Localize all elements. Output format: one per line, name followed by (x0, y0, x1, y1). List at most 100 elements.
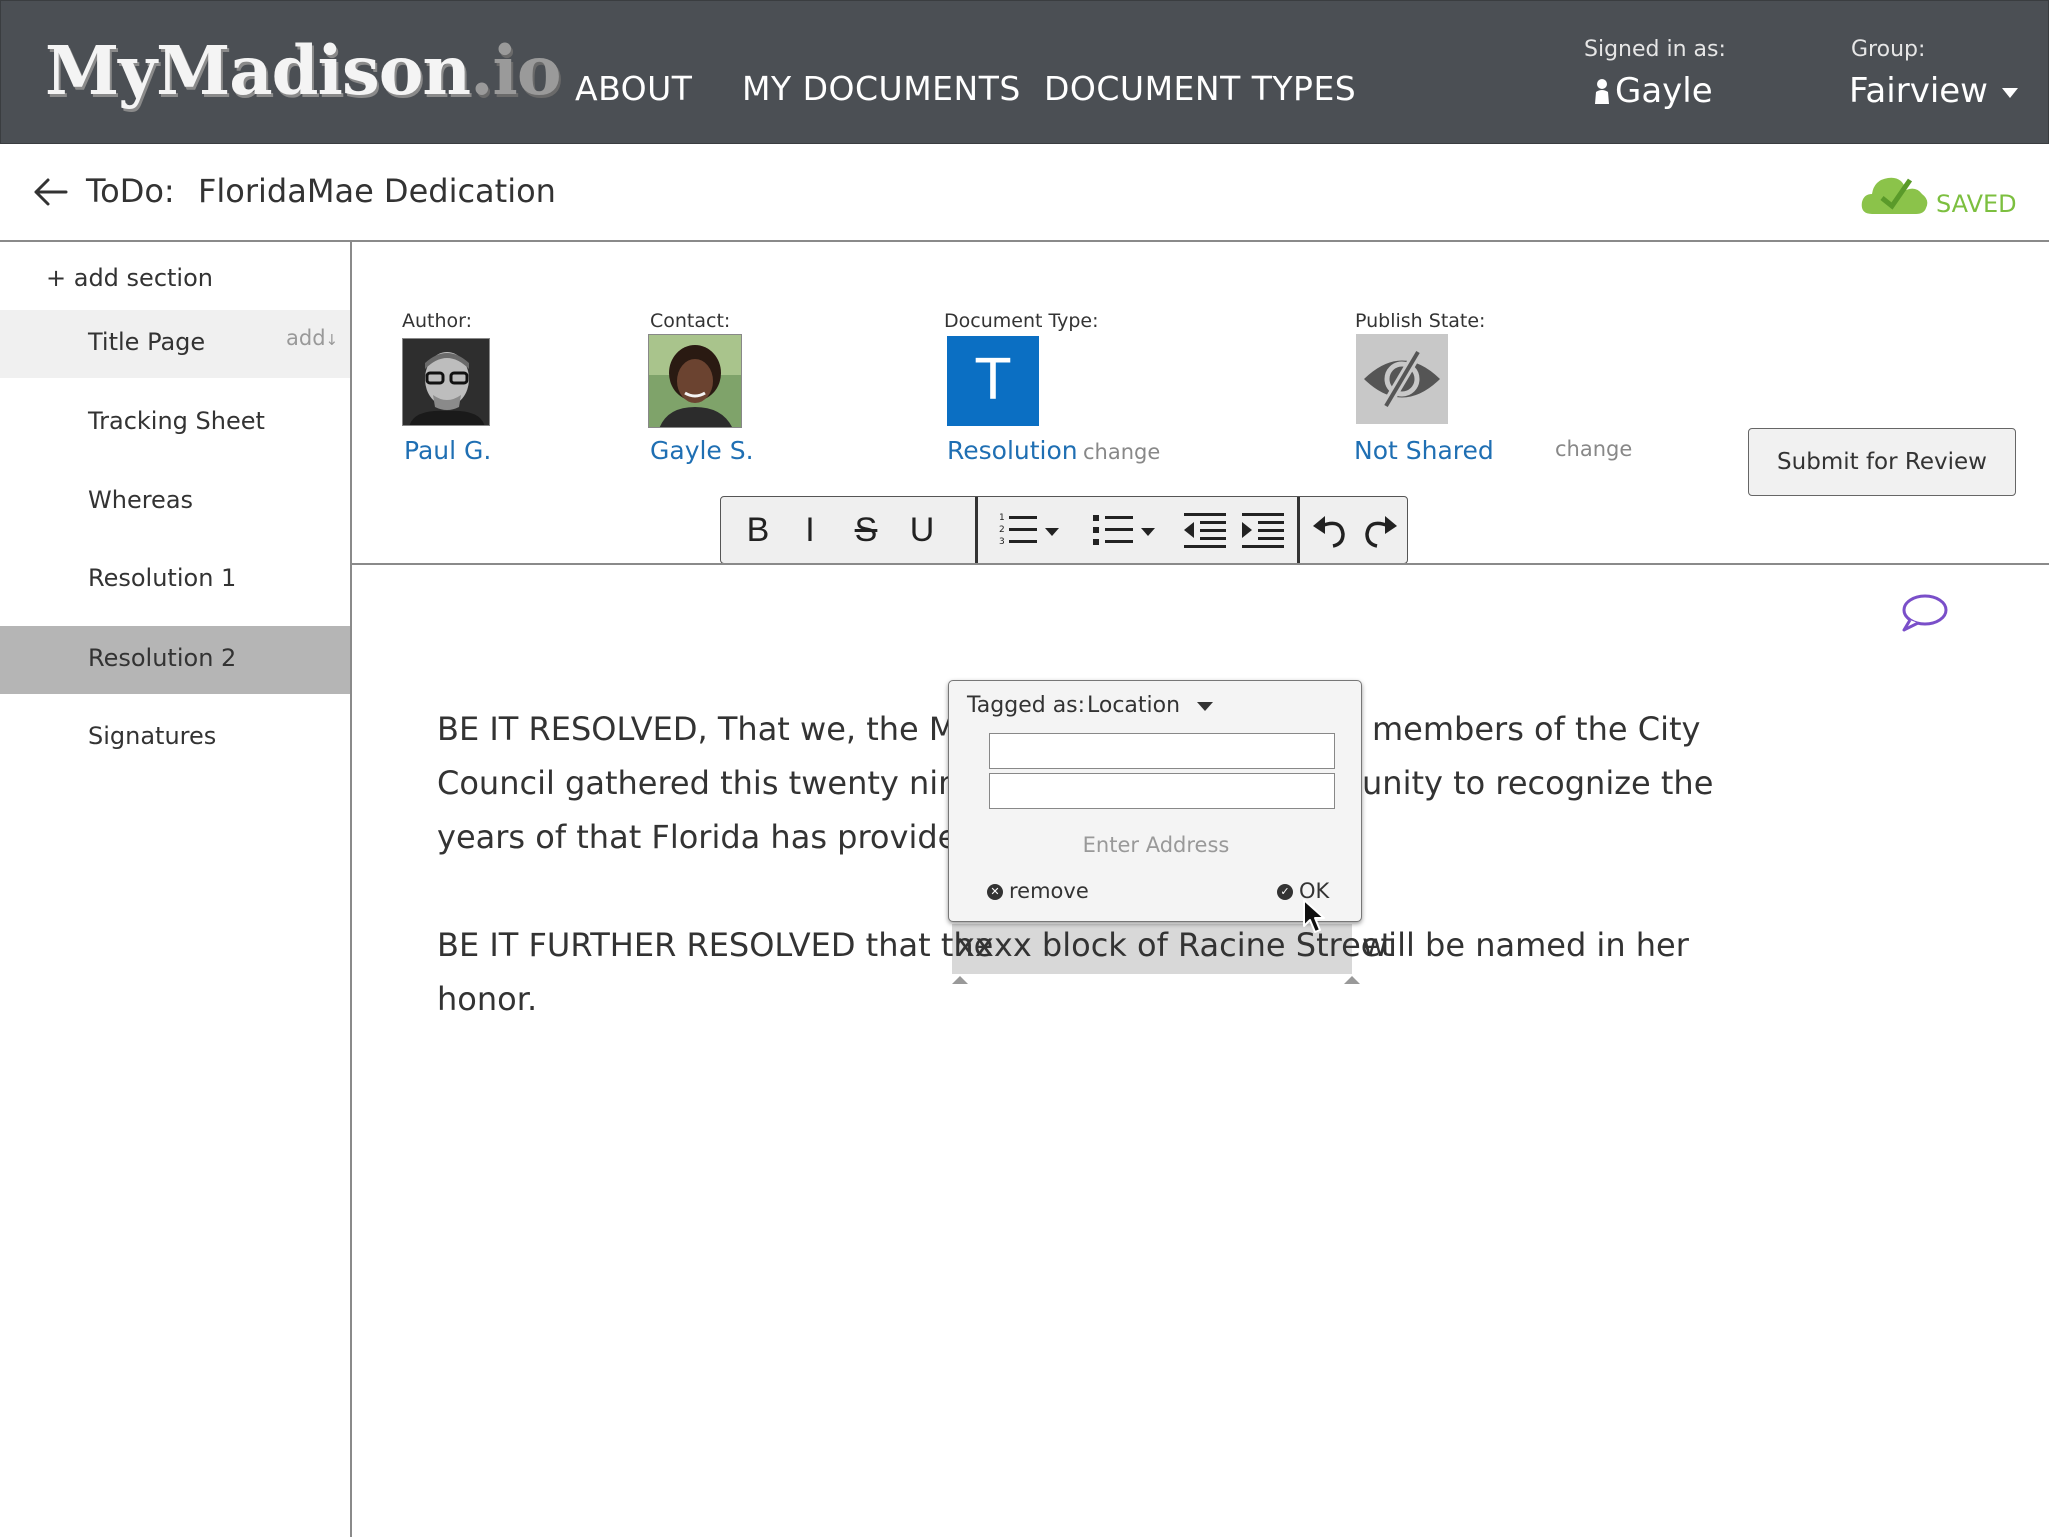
change-publish-state-link[interactable]: change (1555, 437, 1632, 461)
outdent-button[interactable] (1179, 497, 1231, 563)
sidebar-item-label: Resolution 1 (88, 564, 237, 592)
sidebar-item-title-page[interactable]: Title Page add↓ (0, 310, 350, 378)
remove-label: remove (1009, 879, 1089, 903)
doc-text[interactable]: unity to recognize the (1362, 764, 1713, 802)
redo-icon (1365, 516, 1397, 548)
add-below-button[interactable]: add↓ (286, 326, 338, 350)
sidebar-item-whereas[interactable]: Whereas (0, 468, 350, 536)
publish-state-tile[interactable] (1356, 334, 1448, 424)
mouse-cursor-icon (1303, 899, 1325, 933)
contact-avatar[interactable] (648, 334, 742, 428)
top-navbar: MyMadison.io ABOUT MY DOCUMENTS DOCUMENT… (0, 0, 2049, 144)
redo-button[interactable] (1355, 497, 1405, 563)
indent-button[interactable] (1237, 497, 1289, 563)
nav-about[interactable]: ABOUT (575, 69, 692, 108)
submit-for-review-button[interactable]: Submit for Review (1748, 428, 2016, 496)
bullet-list-button[interactable] (1085, 497, 1169, 563)
user-menu[interactable]: Gayle (1593, 71, 1713, 111)
editor-toolbar: B I S U 1 2 3 (720, 496, 1408, 564)
document-type-tile[interactable]: T (947, 336, 1039, 426)
user-icon (1595, 79, 1609, 104)
bullet-list-icon (1093, 515, 1155, 545)
publish-state-link[interactable]: Not Shared (1354, 436, 1494, 465)
group-label: Group: (1851, 37, 1926, 62)
comment-icon[interactable] (1900, 592, 1948, 634)
sidebar-item-tracking-sheet[interactable]: Tracking Sheet (0, 389, 350, 457)
author-avatar[interactable] (402, 338, 490, 426)
toolbar-divider (1297, 497, 1300, 563)
bold-button[interactable]: B (733, 497, 783, 563)
author-photo (403, 339, 489, 425)
caret-down-icon (2002, 87, 2018, 98)
user-name: Gayle (1615, 71, 1713, 111)
contact-photo (649, 335, 741, 427)
doc-text[interactable]: years of that Florida has provided (437, 818, 978, 856)
outdent-icon (1184, 513, 1226, 548)
undo-button[interactable] (1305, 497, 1355, 563)
caret-down-icon (1197, 701, 1214, 711)
editor-divider (352, 563, 2049, 565)
page-title: FloridaMae Dedication (198, 172, 556, 210)
sidebar-item-label: Signatures (88, 722, 217, 750)
doc-text[interactable]: BE IT RESOLVED, That we, the May (437, 710, 995, 748)
sidebar-item-resolution-1[interactable]: Resolution 1 (0, 546, 350, 614)
tag-type-select[interactable]: Location (1087, 693, 1214, 718)
indent-icon (1242, 513, 1284, 548)
sidebar-item-label: Title Page (88, 328, 206, 356)
tag-popover: Tagged as: Location Enter Address ✕ remov… (948, 680, 1362, 922)
doc-text[interactable]: BE IT FURTHER RESOLVED that the (437, 926, 993, 964)
change-document-type-link[interactable]: change (1083, 440, 1160, 464)
tag-input-1[interactable] (989, 733, 1335, 769)
doc-text[interactable]: honor. (437, 980, 537, 1018)
logo-suffix-text: .io (470, 31, 561, 110)
svg-text:3: 3 (999, 537, 1005, 547)
author-label: Author: (402, 310, 473, 332)
ordered-list-icon: 1 2 3 (999, 513, 1059, 547)
tag-input-2[interactable] (989, 773, 1335, 809)
author-name-link[interactable]: Paul G. (404, 436, 491, 465)
remove-icon: ✕ (987, 884, 1003, 900)
add-section-button[interactable]: + add section (46, 264, 213, 292)
sidebar-item-resolution-2[interactable]: Resolution 2 (0, 626, 350, 694)
back-arrow-icon[interactable] (30, 172, 70, 212)
cloud-check-icon (1861, 177, 1928, 214)
doc-text[interactable]: Council gathered this twenty ninth (437, 764, 991, 802)
doc-text[interactable]: will be named in her (1362, 926, 1689, 964)
sidebar-item-label: Tracking Sheet (88, 407, 265, 435)
ordered-list-button[interactable]: 1 2 3 (991, 497, 1075, 563)
check-icon: ✓ (1277, 884, 1293, 900)
strikethrough-button[interactable]: S (839, 497, 893, 563)
toolbar-divider (975, 497, 978, 563)
tag-type-value: Location (1087, 693, 1181, 718)
doc-text[interactable]: members of the City (1372, 710, 1700, 748)
add-below-label: add (286, 326, 326, 350)
contact-name-link[interactable]: Gayle S. (650, 436, 754, 465)
signed-in-label: Signed in as: (1584, 37, 1726, 62)
nav-my-documents[interactable]: MY DOCUMENTS (742, 69, 1021, 108)
document-type-link[interactable]: Resolution (947, 436, 1078, 465)
publish-state-label: Publish State: (1355, 310, 1486, 332)
svg-text:2: 2 (999, 525, 1005, 535)
svg-text:1: 1 (999, 513, 1005, 523)
group-value: Fairview (1849, 71, 1988, 111)
undo-icon (1313, 516, 1345, 548)
document-type-label: Document Type: (944, 310, 1099, 332)
arrow-down-icon: ↓ (325, 331, 339, 349)
todo-label: ToDo: (86, 172, 175, 210)
eye-slash-icon (1364, 349, 1440, 409)
italic-button[interactable]: I (787, 497, 833, 563)
app-logo[interactable]: MyMadison.io (45, 31, 562, 110)
underline-button[interactable]: U (897, 497, 947, 563)
saved-status: SAVED (1936, 190, 2017, 218)
sidebar-item-signatures[interactable]: Signatures (0, 704, 350, 772)
logo-main-text: MyMadison (45, 31, 471, 110)
sidebar-item-label: Resolution 2 (88, 644, 237, 672)
nav-document-types[interactable]: DOCUMENT TYPES (1044, 69, 1356, 108)
group-dropdown[interactable]: Fairview (1849, 71, 2018, 111)
sidebar-item-label: Whereas (88, 486, 194, 514)
tagged-as-label: Tagged as: (967, 693, 1086, 718)
selection-handle-right[interactable] (1344, 976, 1360, 984)
selection-handle-left[interactable] (952, 976, 968, 984)
remove-tag-button[interactable]: ✕ remove (987, 879, 1089, 903)
enter-address-link[interactable]: Enter Address (949, 833, 1363, 857)
